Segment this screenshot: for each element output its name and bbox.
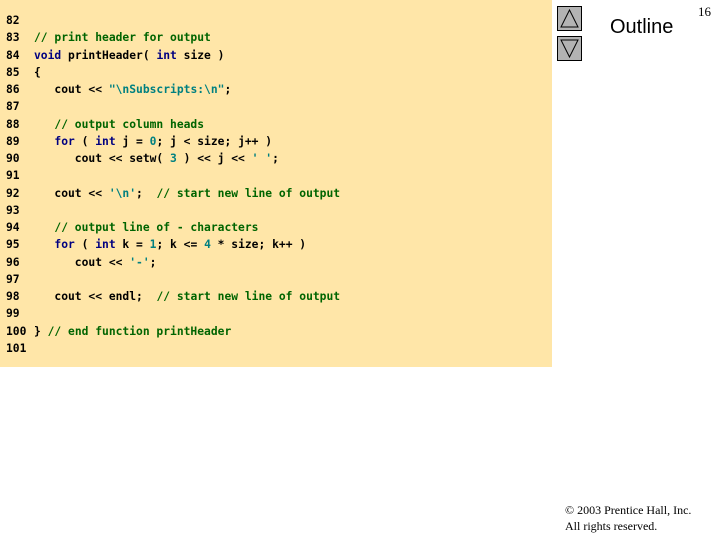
line-number: 83 xyxy=(6,31,20,45)
copyright-line-2: All rights reserved. xyxy=(565,519,658,533)
code-token-comment: // output line of - characters xyxy=(54,221,259,234)
code-line: 90 cout << setw( 3 ) << j << ' '; xyxy=(6,150,340,167)
code-token-plain: size ) xyxy=(176,48,225,62)
code-line: 85 { xyxy=(6,64,340,81)
code-token-number: 4 xyxy=(204,238,211,252)
line-number: 92 xyxy=(6,186,20,200)
copyright-notice: © 2003 Prentice Hall, Inc. All rights re… xyxy=(565,502,691,534)
code-token-plain: cout << xyxy=(34,255,130,269)
line-number: 91 xyxy=(6,169,20,183)
code-token-plain: { xyxy=(34,65,41,79)
code-token-plain: cout << setw( xyxy=(34,152,171,165)
triangle-down-icon xyxy=(560,39,579,59)
line-number: 85 xyxy=(6,65,20,79)
copyright-line-1: © 2003 Prentice Hall, Inc. xyxy=(565,503,692,517)
line-number: 93 xyxy=(6,203,20,217)
line-number: 94 xyxy=(6,221,20,234)
code-line: 92 cout << '\n'; // start new line of ou… xyxy=(6,185,340,202)
code-line: 91 xyxy=(6,167,340,184)
code-token-plain: ) << j << xyxy=(176,152,252,165)
previous-slide-button[interactable] xyxy=(557,6,582,31)
line-number: 98 xyxy=(6,290,20,303)
code-token-plain: ; xyxy=(136,186,157,200)
code-panel: 82 83 // print header for output 84 void pri… xyxy=(0,0,552,367)
code-token-plain: cout << xyxy=(34,186,109,200)
code-token-string: '\n' xyxy=(108,186,137,200)
code-token-keyword: void xyxy=(34,48,62,62)
code-line: 93 xyxy=(6,202,340,219)
code-token-comment: // start new line of output xyxy=(156,290,341,303)
code-token-plain: j = xyxy=(115,134,150,148)
code-line: 88 // output column heads xyxy=(6,116,340,133)
code-line: 86 cout << "\nSubscripts:\n"; xyxy=(6,81,340,98)
code-line: 87 xyxy=(6,98,340,115)
code-listing: 82 83 // print header for output 84 void pri… xyxy=(6,12,340,357)
code-token-keyword: int xyxy=(156,48,177,62)
line-number: 89 xyxy=(6,134,20,148)
line-number: 100 xyxy=(6,324,27,338)
code-token-plain: k = xyxy=(115,238,150,252)
code-token-plain: cout << xyxy=(34,83,109,96)
line-number: 84 xyxy=(6,48,20,62)
code-line: 83 // print header for output xyxy=(6,29,340,46)
code-token-keyword: int xyxy=(95,134,116,148)
code-token-comment: // print header for output xyxy=(34,31,211,45)
line-number: 90 xyxy=(6,152,20,165)
code-token-keyword: for xyxy=(54,134,75,148)
code-token-string: "\nSubscripts:\n" xyxy=(108,83,225,96)
line-number: 96 xyxy=(6,255,20,269)
code-token-number: 3 xyxy=(170,152,177,165)
code-token-plain: ; j < size; j++ ) xyxy=(156,134,273,148)
code-line: 97 xyxy=(6,271,340,288)
code-token-keyword: int xyxy=(95,238,116,252)
code-token-comment: // output column heads xyxy=(54,117,205,131)
code-token-plain: ; xyxy=(272,152,279,165)
code-line: 84 void printHeader( int size ) xyxy=(6,47,340,64)
line-number: 95 xyxy=(6,238,20,252)
line-number: 82 xyxy=(6,14,20,27)
code-line: 101 xyxy=(6,340,340,357)
code-token-plain: ; xyxy=(224,83,232,96)
code-line: 89 for ( int j = 0; j < size; j++ ) xyxy=(6,133,340,150)
line-number: 88 xyxy=(6,117,20,131)
code-line: 100} // end function printHeader xyxy=(6,323,340,340)
code-line: 82 xyxy=(6,12,340,29)
code-line: 99 xyxy=(6,305,340,322)
code-token-plain: ; xyxy=(149,255,157,269)
triangle-up-icon xyxy=(560,8,579,28)
code-line: 96 cout << '-'; xyxy=(6,254,340,271)
page-number: 16 xyxy=(698,4,711,19)
line-number: 87 xyxy=(6,100,20,114)
code-token-string: '-' xyxy=(129,255,150,269)
code-token-plain: ; k <= xyxy=(156,238,205,252)
outline-title: Outline xyxy=(610,16,674,38)
code-token-plain: ( xyxy=(74,238,96,252)
code-line: 98 cout << endl; // start new line of ou… xyxy=(6,288,340,305)
code-token-plain: printHeader( xyxy=(61,48,157,62)
code-token-plain: } xyxy=(34,324,48,338)
code-token-comment: // end function printHeader xyxy=(47,324,232,338)
code-line: 95 for ( int k = 1; k <= 4 * size; k++ ) xyxy=(6,236,340,253)
line-number: 86 xyxy=(6,83,20,96)
code-token-keyword: for xyxy=(54,238,75,252)
code-line: 94 // output line of - characters xyxy=(6,219,340,236)
code-token-plain: cout << endl; xyxy=(34,290,157,303)
code-token-comment: // start new line of output xyxy=(156,186,341,200)
line-number: 101 xyxy=(6,341,27,355)
code-token-string: ' ' xyxy=(251,152,273,165)
next-slide-button[interactable] xyxy=(557,36,582,61)
code-token-plain: ( xyxy=(74,134,96,148)
line-number: 97 xyxy=(6,272,20,286)
code-token-plain: * size; k++ ) xyxy=(210,238,307,252)
line-number: 99 xyxy=(6,307,20,321)
